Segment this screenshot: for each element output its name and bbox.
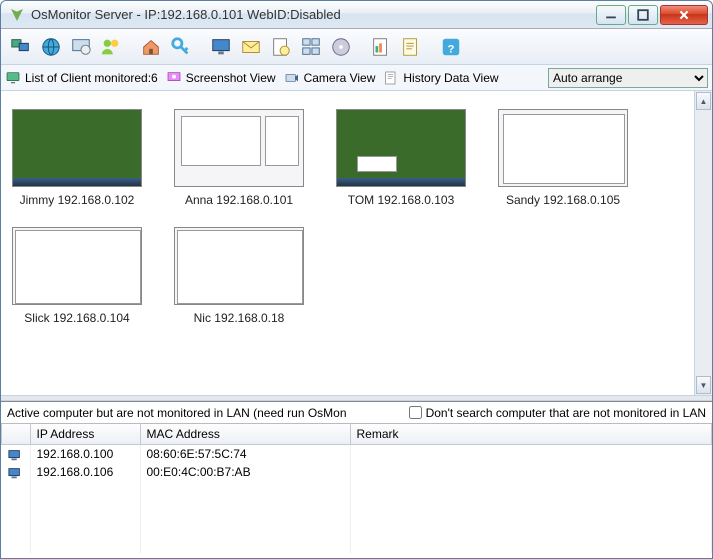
- thumbnail-image: [336, 109, 466, 187]
- view-tabs-bar: List of Client monitored:6 Screenshot Vi…: [1, 65, 712, 91]
- history-icon: [383, 70, 399, 86]
- cell-ip: 192.168.0.100: [30, 445, 140, 464]
- cell-ip: 192.168.0.106: [30, 463, 140, 481]
- help-icon: ?: [440, 36, 462, 58]
- cell-mac: 08:60:6E:57:5C:74: [140, 445, 350, 464]
- dont-search-checkbox[interactable]: [409, 406, 422, 419]
- thumbnail-image: [174, 227, 304, 305]
- titlebar: OsMonitor Server - IP:192.168.0.101 WebI…: [1, 1, 712, 29]
- house-icon: [140, 36, 162, 58]
- mail-icon: [240, 36, 262, 58]
- scroll-track[interactable]: [695, 111, 712, 375]
- mail-button[interactable]: [237, 33, 265, 61]
- disc-icon: [330, 36, 352, 58]
- users-button[interactable]: [97, 33, 125, 61]
- screenshot-view-tab[interactable]: Screenshot View: [166, 70, 276, 86]
- eye-icon: [270, 36, 292, 58]
- table-row[interactable]: 192.168.0.10008:60:6E:57:5C:74: [2, 445, 712, 464]
- thumbnail-grid: Jimmy 192.168.0.102 Anna 192.168.0.101 TOM…: [1, 91, 694, 395]
- history-view-tab[interactable]: History Data View: [383, 70, 498, 86]
- history-view-label: History Data View: [403, 71, 498, 85]
- help-button[interactable]: ?: [437, 33, 465, 61]
- thumbnail-image: [12, 227, 142, 305]
- report2-button[interactable]: [397, 33, 425, 61]
- thumbnail-caption: Nic 192.168.0.18: [194, 311, 285, 325]
- vertical-scrollbar[interactable]: ▲ ▼: [694, 91, 712, 395]
- client-thumbnail[interactable]: TOM 192.168.0.103: [335, 109, 467, 207]
- cell-mac: 00:E0:4C:00:B7:AB: [140, 463, 350, 481]
- cell-remark: [350, 463, 712, 481]
- display-button[interactable]: [207, 33, 235, 61]
- client-thumbnail[interactable]: Nic 192.168.0.18: [173, 227, 305, 325]
- dont-search-checkbox-label[interactable]: Don't search computer that are not monit…: [409, 406, 706, 420]
- col-ip[interactable]: IP Address: [30, 424, 140, 445]
- report2-icon: [400, 36, 422, 58]
- monitors-icon: [10, 36, 32, 58]
- arrange-select[interactable]: Auto arrange: [548, 68, 708, 88]
- eye-button[interactable]: [267, 33, 295, 61]
- cell-remark: [350, 445, 712, 464]
- col-remark[interactable]: Remark: [350, 424, 712, 445]
- monitor-icon: [5, 70, 21, 86]
- screenshot-view-label: Screenshot View: [186, 71, 276, 85]
- camera-view-label: Camera View: [304, 71, 376, 85]
- monitors-button[interactable]: [7, 33, 35, 61]
- thumbnail-caption: Sandy 192.168.0.105: [506, 193, 620, 207]
- report-icon: [370, 36, 392, 58]
- table-row[interactable]: 192.168.0.10600:E0:4C:00:B7:AB: [2, 463, 712, 481]
- thumbnail-caption: Slick 192.168.0.104: [24, 311, 129, 325]
- windows-icon: [300, 36, 322, 58]
- globe-icon: [40, 36, 62, 58]
- thumbnail-image: [12, 109, 142, 187]
- display-icon: [210, 36, 232, 58]
- client-list-tab[interactable]: List of Client monitored:6: [5, 70, 158, 86]
- client-thumbnail[interactable]: Anna 192.168.0.101: [173, 109, 305, 207]
- info-message: Active computer but are not monitored in…: [7, 406, 347, 420]
- disc-button[interactable]: [327, 33, 355, 61]
- screenshot-icon: [166, 70, 182, 86]
- col-icon[interactable]: [2, 424, 31, 445]
- info-bar: Active computer but are not monitored in…: [1, 402, 712, 424]
- windows-button[interactable]: [297, 33, 325, 61]
- client-thumbnail[interactable]: Slick 192.168.0.104: [11, 227, 143, 325]
- app-icon: [9, 7, 25, 23]
- thumbnail-caption: TOM 192.168.0.103: [348, 193, 455, 207]
- house-button[interactable]: [137, 33, 165, 61]
- svg-text:?: ?: [448, 43, 455, 55]
- unmonitored-panel: Active computer but are not monitored in…: [1, 401, 712, 556]
- main-panel: Jimmy 192.168.0.102 Anna 192.168.0.101 TOM…: [1, 91, 712, 395]
- camera-icon: [284, 70, 300, 86]
- thumbnail-caption: Anna 192.168.0.101: [185, 193, 293, 207]
- unmonitored-table: IP Address MAC Address Remark 192.168.0.…: [1, 424, 712, 556]
- thumbnail-image: [498, 109, 628, 187]
- screen-config-icon: [70, 36, 92, 58]
- thumbnail-image: [174, 109, 304, 187]
- col-mac[interactable]: MAC Address: [140, 424, 350, 445]
- camera-view-tab[interactable]: Camera View: [284, 70, 376, 86]
- screen-config-button[interactable]: [67, 33, 95, 61]
- dont-search-text: Don't search computer that are not monit…: [426, 406, 706, 420]
- scroll-up-button[interactable]: ▲: [696, 92, 711, 110]
- computer-icon: [8, 467, 22, 479]
- window-title: OsMonitor Server - IP:192.168.0.101 WebI…: [31, 7, 594, 22]
- close-button[interactable]: [660, 5, 708, 25]
- report-button[interactable]: [367, 33, 395, 61]
- computer-icon: [8, 449, 22, 461]
- key-icon: [170, 36, 192, 58]
- client-thumbnail[interactable]: Jimmy 192.168.0.102: [11, 109, 143, 207]
- maximize-button[interactable]: [628, 5, 658, 25]
- client-list-label: List of Client monitored:6: [25, 71, 158, 85]
- key-button[interactable]: [167, 33, 195, 61]
- users-icon: [100, 36, 122, 58]
- main-toolbar: ?: [1, 29, 712, 65]
- minimize-button[interactable]: [596, 5, 626, 25]
- client-thumbnail[interactable]: Sandy 192.168.0.105: [497, 109, 629, 207]
- scroll-down-button[interactable]: ▼: [696, 376, 711, 394]
- globe-button[interactable]: [37, 33, 65, 61]
- thumbnail-caption: Jimmy 192.168.0.102: [20, 193, 135, 207]
